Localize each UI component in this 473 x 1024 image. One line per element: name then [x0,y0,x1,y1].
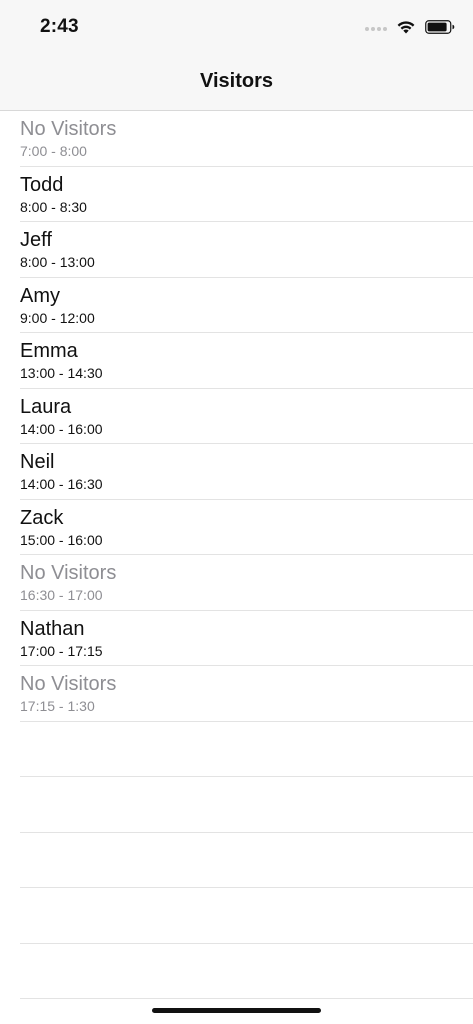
visitor-name: No Visitors [20,673,117,695]
visit-time-range: 8:00 - 8:30 [20,198,87,215]
empty-row [0,777,473,833]
list-item[interactable]: No Visitors 7:00 - 8:00 [0,111,473,167]
visit-time-range: 8:00 - 13:00 [20,254,95,270]
list-item[interactable]: Emma 13:00 - 14:30 [0,333,473,389]
visitor-name: Zack [20,506,64,529]
empty-row [0,888,473,944]
visitor-name: Jeff [20,229,52,251]
wifi-icon [396,19,416,39]
visit-time-range: 13:00 - 14:30 [20,365,103,381]
visit-time-range: 14:00 - 16:30 [20,476,103,492]
list-item[interactable]: Nathan 17:00 - 17:15 [0,611,473,667]
list-item[interactable]: Neil 14:00 - 16:30 [0,444,473,500]
list-item[interactable]: Amy 9:00 - 12:00 [0,278,473,334]
visit-time-range: 17:00 - 17:15 [20,642,103,659]
visitor-name: Laura [20,395,72,418]
status-icons [365,19,455,39]
visitor-name: Amy [20,284,60,307]
list-item[interactable]: Laura 14:00 - 16:00 [0,389,473,445]
visit-time-range: 16:30 - 17:00 [20,587,103,603]
status-time: 2:43 [40,16,79,37]
list-item[interactable]: Zack 15:00 - 16:00 [0,500,473,556]
visitor-name: No Visitors [20,118,117,140]
top-bar: 2:43 Visitors [0,0,473,111]
empty-row [0,944,473,1000]
visitor-name: Emma [20,340,78,362]
visit-time-range: 15:00 - 16:00 [20,531,103,548]
list-item[interactable]: No Visitors 16:30 - 17:00 [0,555,473,611]
list-item[interactable]: Jeff 8:00 - 13:00 [0,222,473,278]
visit-time-range: 17:15 - 1:30 [20,698,95,714]
visit-time-range: 9:00 - 12:00 [20,309,95,326]
visitor-name: Todd [20,173,64,196]
list-item[interactable]: No Visitors 17:15 - 1:30 [0,666,473,722]
page-title: Visitors [200,70,273,92]
visitor-name: Nathan [20,617,85,640]
list-item[interactable]: Todd 8:00 - 8:30 [0,167,473,223]
empty-row [0,722,473,778]
visitor-list: No Visitors 7:00 - 8:00 Todd 8:00 - 8:30 Jef… [0,111,473,999]
visitor-name: Neil [20,451,55,473]
visitor-name: No Visitors [20,562,117,584]
battery-icon [425,19,455,39]
visit-time-range: 14:00 - 16:00 [20,420,103,437]
visit-time-range: 7:00 - 8:00 [20,143,87,159]
home-indicator[interactable] [152,1008,321,1013]
empty-row [0,833,473,889]
cellular-signal-icon [365,27,387,31]
